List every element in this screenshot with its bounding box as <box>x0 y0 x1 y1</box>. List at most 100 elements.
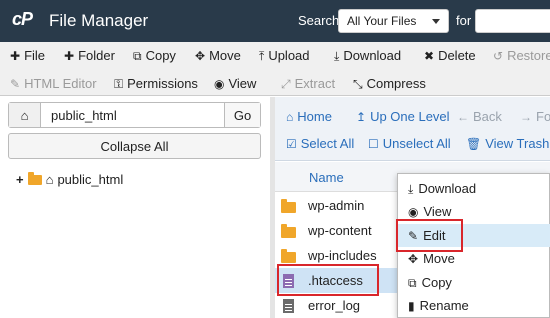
menu-item-label: Copy <box>421 275 452 290</box>
extract-label: Extract <box>294 76 336 91</box>
file-name: error_log <box>308 298 361 313</box>
new-folder-button[interactable]: ✚ Folder <box>64 48 115 63</box>
column-header-name[interactable]: Name <box>309 170 344 185</box>
menu-item-label: Move <box>423 251 455 266</box>
delete-label: Delete <box>438 48 476 63</box>
directory-tree-panel: ⌂ public_html Go Collapse All + ⌂ public… <box>0 97 270 318</box>
copy-icon: ⧉ <box>133 48 142 63</box>
home-icon: ⌂ <box>20 107 29 123</box>
path-input[interactable]: public_html <box>51 108 117 123</box>
move-button[interactable]: ✥ Move <box>195 48 241 63</box>
folder-icon <box>27 171 42 185</box>
file-name: wp-admin <box>308 198 365 213</box>
search-input[interactable] <box>475 9 550 33</box>
select-all-label: Select All <box>300 136 355 151</box>
unselect-all-label: Unselect All <box>382 136 451 151</box>
menu-item-label: Download <box>418 181 477 196</box>
collapse-all-button[interactable]: Collapse All <box>8 133 261 159</box>
copy-label: Copy <box>145 48 176 63</box>
search-scope-select[interactable]: All Your Files <box>338 9 449 33</box>
download-icon: ⤓ <box>408 181 414 196</box>
compress-label: Compress <box>366 76 426 91</box>
plus-icon: ✚ <box>64 48 75 63</box>
download-button[interactable]: ⤓ Download <box>334 48 401 63</box>
restore-button[interactable]: ↺ Restore <box>493 48 550 63</box>
move-arrows-icon: ✥ <box>408 251 419 266</box>
forward-button[interactable]: → For <box>520 109 550 124</box>
view-label: View <box>228 76 257 91</box>
expand-plus-icon[interactable]: + <box>16 172 24 187</box>
new-file-label: File <box>24 48 46 63</box>
key-icon: ⚿ <box>114 76 124 91</box>
delete-button[interactable]: ✖ Delete <box>424 48 476 63</box>
edit-icon: ✎ <box>10 76 21 91</box>
folder-icon <box>281 199 296 213</box>
view-button[interactable]: ◉ View <box>214 76 256 91</box>
back-button[interactable]: ← Back <box>457 109 502 124</box>
view-trash-button[interactable]: 🗑 View Trash <box>466 136 549 151</box>
navigation-bar: ⌂Home ↥Up One Level ← Back → For ☑Select A… <box>275 97 550 161</box>
plus-icon: ✚ <box>10 48 21 63</box>
up-one-level-button[interactable]: ↥ Up One Level <box>356 109 450 124</box>
html-editor-label: HTML Editor <box>24 76 97 91</box>
upload-icon: ⤒ <box>259 48 265 63</box>
tree-item-public-html[interactable]: + ⌂ public_html <box>16 171 124 187</box>
top-header: cP File Manager Search All Your Files fo… <box>0 0 550 42</box>
file-name: wp-content <box>308 223 372 238</box>
permissions-label: Permissions <box>127 76 198 91</box>
arrow-right-icon: → <box>520 109 532 124</box>
restore-icon: ↺ <box>493 48 504 63</box>
checkbox-checked-icon: ☑ <box>286 136 297 151</box>
arrow-left-icon: ← <box>457 109 469 124</box>
home-icon: ⌂ <box>45 172 54 187</box>
compress-icon: ⤡ <box>353 76 363 91</box>
home-icon: ⌂ <box>286 109 294 124</box>
extract-button[interactable]: ⤢ Extract <box>281 76 335 91</box>
search-label: Search <box>298 13 340 28</box>
chevron-down-icon <box>432 19 440 24</box>
folder-icon <box>281 249 296 263</box>
app-title: File Manager <box>49 11 149 30</box>
home-button[interactable]: ⌂ <box>9 103 41 127</box>
level-up-icon: ↥ <box>356 109 367 124</box>
nav-home-button[interactable]: ⌂ Home <box>286 109 332 124</box>
upload-button[interactable]: ⤒ Upload <box>259 48 310 63</box>
back-label: Back <box>473 109 502 124</box>
go-button[interactable]: Go <box>224 103 260 127</box>
menu-item-label: Rename <box>419 298 469 313</box>
eye-icon: ◉ <box>214 76 225 91</box>
close-icon: ✖ <box>424 48 435 63</box>
up-one-level-label: Up One Level <box>370 109 450 124</box>
main-toolbar: ✚ File ✚ Folder ⧉ Copy ✥ Move ⤒ Upload ⤓ Downl… <box>0 42 550 70</box>
new-folder-label: Folder <box>78 48 115 63</box>
for-label: for <box>456 13 472 28</box>
view-trash-label: View Trash <box>485 136 550 151</box>
move-label: Move <box>209 48 241 63</box>
secondary-toolbar: ✎ HTML Editor ⚿ Permissions ◉ View ⤢ Extract… <box>0 70 550 96</box>
file-text-icon <box>283 299 294 313</box>
menu-item-rename[interactable]: ▮ Rename <box>398 294 550 317</box>
file-name: wp-includes <box>308 248 377 263</box>
menu-item-download[interactable]: ⤓ Download <box>398 177 550 200</box>
search-scope-value: All Your Files <box>347 14 417 28</box>
new-file-button[interactable]: ✚ File <box>10 48 45 63</box>
select-all-button[interactable]: ☑ Select All <box>286 136 354 151</box>
permissions-button[interactable]: ⚿ Permissions <box>114 76 198 91</box>
menu-item-label: View <box>423 204 452 219</box>
upload-label: Upload <box>268 48 310 63</box>
tree-item-label: public_html <box>57 172 124 187</box>
checkbox-empty-icon: ☐ <box>368 136 379 151</box>
forward-label: For <box>536 109 550 124</box>
extract-icon: ⤢ <box>281 76 291 91</box>
menu-item-copy[interactable]: ⧉ Copy <box>398 271 550 294</box>
copy-button[interactable]: ⧉ Copy <box>133 48 176 63</box>
download-icon: ⤓ <box>334 48 340 63</box>
edit-highlight-box <box>396 219 463 252</box>
eye-icon: ◉ <box>408 204 419 219</box>
htaccess-highlight-box <box>277 264 379 296</box>
unselect-all-button[interactable]: ☐ Unselect All <box>368 136 451 151</box>
download-label: Download <box>343 48 402 63</box>
compress-button[interactable]: ⤡ Compress <box>353 76 426 91</box>
html-editor-button[interactable]: ✎ HTML Editor <box>10 76 97 91</box>
path-box: ⌂ public_html Go <box>8 102 261 128</box>
